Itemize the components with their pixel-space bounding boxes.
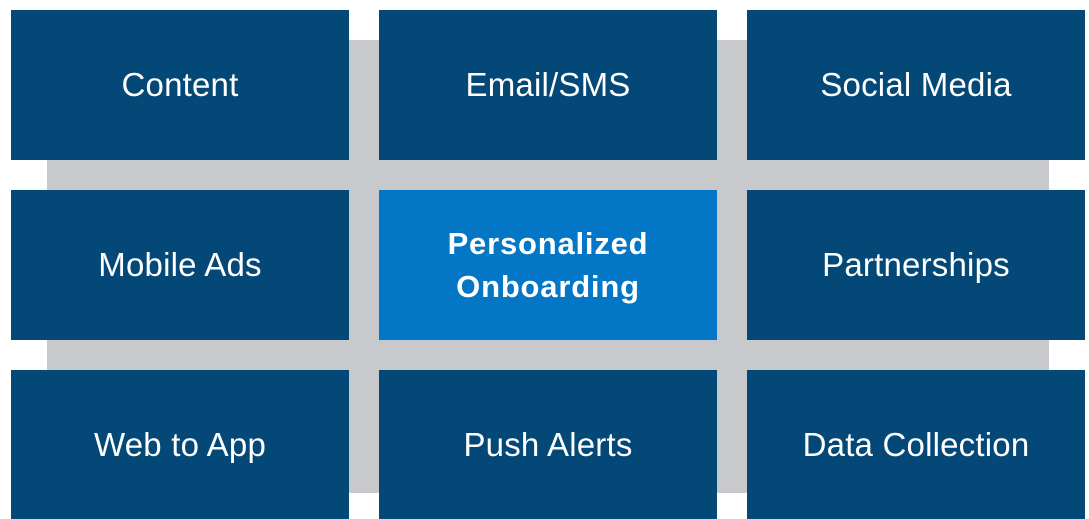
tile-data-collection-label: Data Collection [802, 426, 1030, 464]
tile-email-sms: Email/SMS [379, 10, 717, 160]
tile-data-collection: Data Collection [747, 370, 1085, 519]
tile-mobile-ads-label: Mobile Ads [98, 246, 262, 284]
tile-web-to-app-label: Web to App [93, 426, 266, 464]
tile-social-media: Social Media [747, 10, 1085, 160]
tile-email-sms-label: Email/SMS [465, 66, 631, 104]
tile-social-media-label: Social Media [820, 66, 1012, 104]
tile-personalized-onboarding: Personalized Onboarding [379, 190, 717, 340]
tile-push-alerts-label: Push Alerts [463, 426, 633, 464]
tile-content: Content [11, 10, 349, 160]
tile-mobile-ads: Mobile Ads [11, 190, 349, 340]
tile-partnerships: Partnerships [747, 190, 1085, 340]
tile-content-label: Content [121, 66, 239, 104]
channel-grid-diagram: Content Email/SMS Social Media Mobile Ad… [0, 0, 1089, 519]
tile-partnerships-label: Partnerships [822, 246, 1010, 284]
tile-push-alerts: Push Alerts [379, 370, 717, 519]
tile-personalized-onboarding-label: Personalized Onboarding [447, 225, 649, 304]
tile-web-to-app: Web to App [11, 370, 349, 519]
